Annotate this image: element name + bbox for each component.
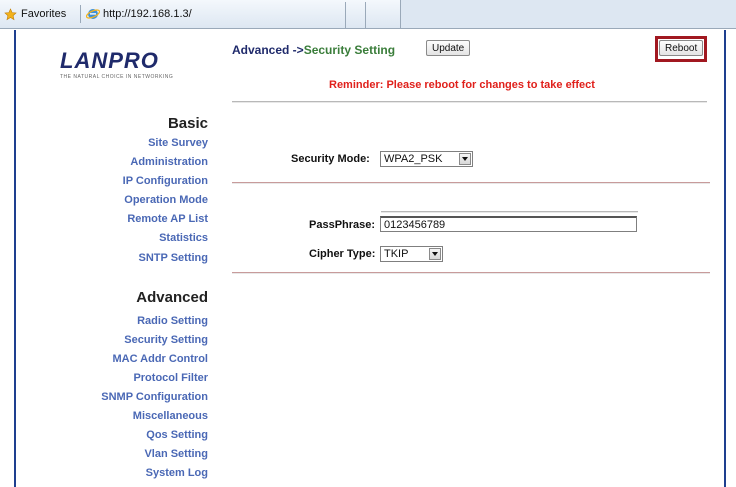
menu-item-miscellaneous[interactable]: Miscellaneous — [133, 410, 208, 422]
toolbar-divider — [80, 5, 81, 23]
reboot-button[interactable]: Reboot — [659, 40, 704, 56]
toolbar-divider — [345, 2, 346, 28]
breadcrumb-prefix: Advanced -> — [232, 43, 304, 57]
breadcrumb-current: Security Setting — [303, 43, 396, 57]
divider — [232, 101, 707, 103]
menu-item-qos-setting[interactable]: Qos Setting — [146, 429, 208, 441]
page-frame: LANPRO THE NATURAL CHOICE IN NETWORKING … — [14, 30, 726, 487]
divider — [232, 182, 710, 184]
toolbar-divider — [365, 2, 366, 28]
menu-item-mac-addr-control[interactable]: MAC Addr Control — [112, 353, 208, 365]
favorites-label: Favorites — [21, 8, 67, 20]
menu-item-ip-configuration[interactable]: IP Configuration — [123, 175, 208, 187]
menu-item-security-setting[interactable]: Security Setting — [124, 334, 208, 346]
logo-tagline: THE NATURAL CHOICE IN NETWORKING — [60, 74, 174, 80]
page-url: http://192.168.1.3/ — [103, 8, 192, 20]
divider — [381, 211, 638, 213]
passphrase-input[interactable] — [380, 216, 637, 232]
menu-heading-basic: Basic — [167, 115, 208, 132]
menu-item-statistics[interactable]: Statistics — [159, 232, 208, 244]
internet-explorer-icon — [86, 9, 100, 19]
cipher-type-value: TKIP — [384, 248, 409, 260]
menu-item-system-log[interactable]: System Log — [146, 467, 208, 479]
menu-heading-advanced: Advanced — [136, 289, 208, 306]
favorites-star-icon — [4, 7, 17, 20]
divider — [232, 272, 710, 274]
browser-toolbar: Favorites http://192.168.1.3/ — [0, 0, 736, 30]
menu-item-administration[interactable]: Administration — [130, 156, 208, 168]
security-mode-select[interactable]: WPA2_PSK — [380, 151, 473, 167]
passphrase-label: PassPhrase: — [309, 219, 376, 231]
breadcrumb: Advanced ->Security Setting — [232, 43, 395, 57]
lanpro-logo: LANPRO THE NATURAL CHOICE IN NETWORKING — [60, 50, 210, 90]
page-tab[interactable]: http://192.168.1.3/ — [86, 5, 192, 23]
favorites-button[interactable]: Favorites — [0, 5, 66, 23]
chevron-down-icon[interactable] — [429, 248, 441, 260]
toolbar-background — [401, 0, 736, 29]
menu-item-vlan-setting[interactable]: Vlan Setting — [144, 448, 208, 460]
left-menu: LANPRO THE NATURAL CHOICE IN NETWORKING … — [16, 30, 208, 487]
menu-item-remote-ap-list[interactable]: Remote AP List — [127, 213, 208, 225]
security-mode-value: WPA2_PSK — [384, 153, 443, 165]
cipher-type-label: Cipher Type: — [309, 248, 376, 260]
security-mode-label: Security Mode: — [291, 153, 370, 165]
menu-item-operation-mode[interactable]: Operation Mode — [124, 194, 208, 206]
menu-item-protocol-filter[interactable]: Protocol Filter — [133, 372, 208, 384]
menu-item-snmp-configuration[interactable]: SNMP Configuration — [101, 391, 208, 403]
menu-item-sntp-setting[interactable]: SNTP Setting — [139, 252, 208, 264]
menu-item-radio-setting[interactable]: Radio Setting — [137, 315, 208, 327]
logo-brand: LANPRO — [60, 48, 159, 73]
reboot-reminder: Reminder: Please reboot for changes to t… — [329, 79, 595, 91]
cipher-type-select[interactable]: TKIP — [380, 246, 443, 262]
chevron-down-icon[interactable] — [459, 153, 471, 165]
favorites-bar: Favorites http://192.168.1.3/ — [0, 0, 401, 29]
menu-item-site-survey[interactable]: Site Survey — [148, 137, 208, 149]
update-button[interactable]: Update — [426, 40, 471, 56]
